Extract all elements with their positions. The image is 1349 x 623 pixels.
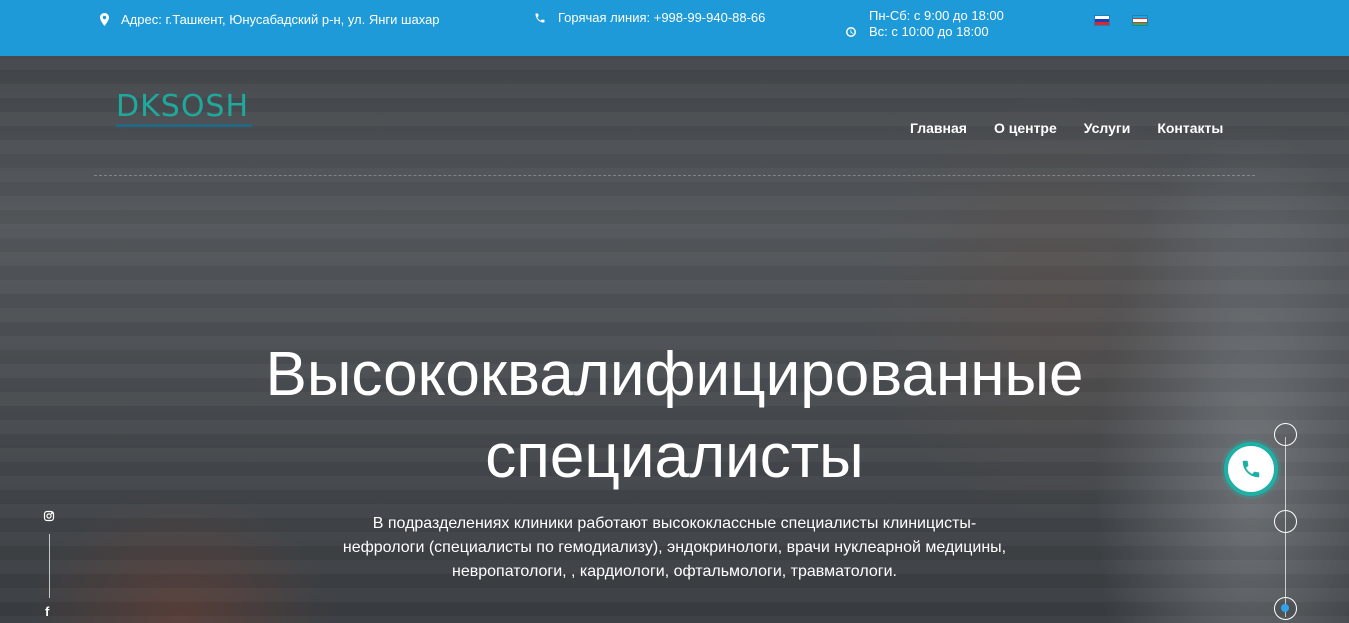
hero-title: Высококвалифицированные специалисты [0, 334, 1349, 498]
clock-icon [846, 27, 856, 37]
address-info: Адрес: г.Ташкент, Юнусабадский р-н, ул. … [100, 12, 440, 27]
flag-uz-icon[interactable] [1132, 15, 1148, 26]
social-divider-line [49, 534, 50, 598]
phone-icon [535, 13, 545, 22]
slide-dot-1[interactable] [1274, 423, 1297, 446]
hero-title-line2: специалисты [485, 422, 864, 491]
logo-tagline-bar [116, 124, 252, 127]
nav-item-about[interactable]: О центре [994, 120, 1057, 136]
main-nav: Главная О центре Услуги Контакты [910, 120, 1223, 136]
flag-ru-icon[interactable] [1094, 15, 1110, 26]
hero-banner: DKSOSH Главная О центре Услуги Контакты … [0, 56, 1349, 623]
top-info-bar: Адрес: г.Ташкент, Юнусабадский р-н, ул. … [0, 0, 1349, 56]
header-divider [94, 175, 1255, 176]
facebook-icon[interactable]: f [45, 604, 49, 619]
call-back-button[interactable] [1224, 442, 1278, 496]
slide-dot-2[interactable] [1274, 510, 1297, 533]
hours-weekdays: Пн-Сб: с 9:00 до 18:00 [869, 8, 1004, 23]
phone-call-icon [1242, 460, 1260, 478]
map-pin-icon [100, 13, 109, 26]
logo-text: DKSOSH [116, 89, 250, 124]
slide-dot-3-active[interactable] [1274, 597, 1297, 620]
hotline-info: Горячая линия: +998-99-940-88-66 [534, 10, 765, 25]
instagram-icon[interactable] [43, 510, 55, 522]
slider-pagination [1274, 423, 1298, 623]
hotline-text[interactable]: Горячая линия: +998-99-940-88-66 [558, 10, 765, 25]
address-text: Адрес: г.Ташкент, Юнусабадский р-н, ул. … [121, 12, 440, 27]
nav-item-contacts[interactable]: Контакты [1157, 120, 1223, 136]
working-hours: Пн-Сб: с 9:00 до 18:00 Вс: с 10:00 до 18… [845, 8, 1004, 40]
nav-item-home[interactable]: Главная [910, 120, 967, 136]
nav-item-services[interactable]: Услуги [1084, 120, 1131, 136]
language-switcher [1094, 15, 1148, 26]
logo[interactable]: DKSOSH [116, 92, 252, 127]
hours-sunday: Вс: с 10:00 до 18:00 [869, 24, 989, 39]
hero-title-line1: Высококвалифицированные [265, 340, 1084, 409]
hero-description: В подразделениях клиники работают высоко… [342, 515, 1007, 580]
